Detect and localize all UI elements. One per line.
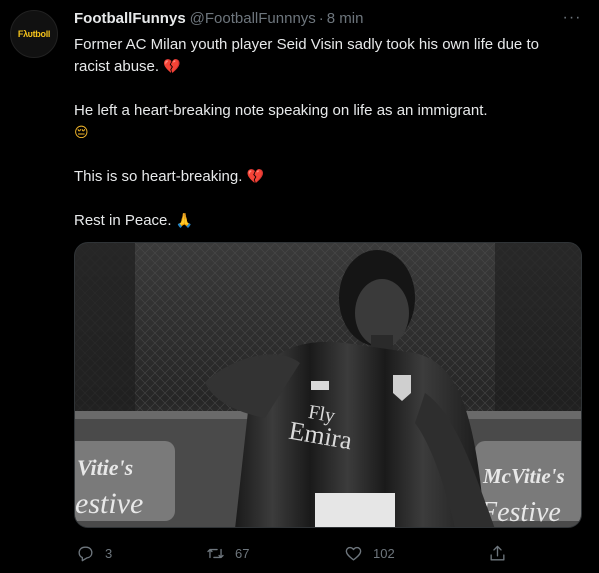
share-icon — [490, 545, 505, 561]
tweet-paragraph: Rest in Peace. 🙏 — [74, 210, 574, 232]
tweet-line-1: Former AC Milan youth player Seid Visin … — [74, 36, 539, 75]
praying-hands-icon: 🙏 — [175, 213, 194, 229]
author-handle[interactable]: @FootballFunnnys — [190, 10, 316, 27]
tweet-line-3: This is so heart-breaking. — [74, 168, 243, 185]
ellipsis-icon: ··· — [562, 9, 582, 26]
share-button[interactable] — [488, 540, 517, 566]
tweet-photo[interactable]: Vitie's estive McVitie's Festive Fly Emi… — [74, 242, 582, 528]
retweet-count: 67 — [235, 545, 250, 561]
pensive-face-icon: 😔 — [74, 125, 89, 141]
author-display-name[interactable]: FootballFunnys — [74, 10, 186, 27]
more-options-button[interactable]: ··· — [560, 9, 584, 30]
like-button[interactable]: 102 — [344, 540, 395, 566]
tweet-line-4: Rest in Peace. — [74, 212, 172, 229]
svg-text:McVitie's: McVitie's — [482, 464, 565, 488]
avatar-logo: Fλυtbοll — [17, 29, 51, 39]
avatar[interactable]: Fλυtbοll — [10, 10, 58, 58]
broken-heart-icon: 💔 — [163, 59, 181, 75]
like-count: 102 — [373, 545, 395, 561]
tweet-line-2: He left a heart-breaking note speaking o… — [74, 102, 488, 119]
broken-heart-icon: 💔 — [246, 169, 265, 185]
reply-icon — [78, 545, 93, 561]
header-separator: · — [318, 10, 324, 27]
svg-text:Vitie's: Vitie's — [77, 455, 133, 480]
reply-count: 3 — [105, 545, 113, 561]
tweet-paragraph: Former AC Milan youth player Seid Visin … — [74, 34, 574, 78]
svg-text:estive: estive — [75, 487, 143, 520]
reply-button[interactable]: 3 — [76, 540, 112, 566]
tweet-text: Former AC Milan youth player Seid Visin … — [74, 34, 574, 232]
tweet-paragraph: He left a heart-breaking note speaking o… — [74, 100, 574, 144]
tweet-paragraph: This is so heart-breaking. 💔 — [74, 166, 574, 188]
advert-board-right: McVitie's Festive — [475, 441, 581, 527]
photo-illustration: Vitie's estive McVitie's Festive Fly Emi… — [75, 243, 581, 527]
tweet-card[interactable]: Fλυtbοll FootballFunnys @FootballFunnnys… — [0, 0, 599, 573]
heart-icon — [345, 546, 362, 561]
tweet-actions: 3 67 102 — [74, 540, 582, 566]
retweet-button[interactable]: 67 — [206, 540, 249, 566]
tweet-timestamp[interactable]: 8 min — [327, 10, 364, 27]
retweet-icon — [207, 548, 224, 558]
advert-board-left: Vitie's estive — [75, 441, 175, 521]
tweet-header: FootballFunnys @FootballFunnnys · 8 min — [74, 10, 363, 30]
